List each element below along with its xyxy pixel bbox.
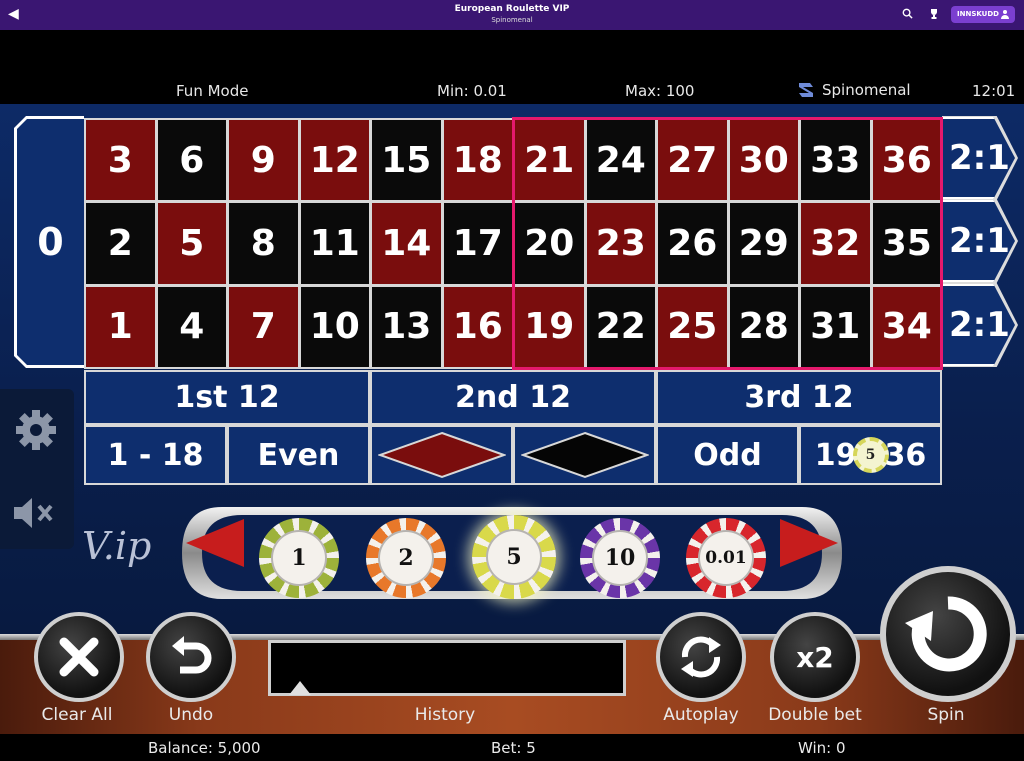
history-panel[interactable] <box>268 640 626 696</box>
number-cell-5[interactable]: 5 <box>155 201 228 286</box>
bet-red[interactable] <box>370 425 513 485</box>
login-button[interactable]: INNSKUDD <box>951 6 1015 23</box>
autoplay-button[interactable] <box>656 612 746 702</box>
trophy-icon[interactable] <box>928 8 940 20</box>
number-cell-8[interactable]: 8 <box>227 201 300 286</box>
number-cell-13[interactable]: 13 <box>370 284 443 369</box>
spin-icon <box>905 596 987 672</box>
black-diamond-icon <box>520 431 649 479</box>
undo-icon <box>172 636 212 674</box>
win-display: Win: 0 <box>798 739 846 757</box>
chip-value: 1 <box>271 530 327 586</box>
clear-all-button[interactable] <box>34 612 124 702</box>
bet-1-18[interactable]: 1 - 18 <box>84 425 227 485</box>
max-bet-label: Max: 100 <box>625 82 695 100</box>
spin-label: Spin <box>927 705 965 725</box>
game-provider: Spinomenal <box>491 16 533 24</box>
bet-highlight-region <box>512 117 943 370</box>
chip-value: 2 <box>378 530 434 586</box>
login-label: INNSKUDD <box>957 10 999 18</box>
close-icon <box>59 637 99 677</box>
login-icon <box>1001 10 1009 19</box>
undo-label: Undo <box>168 705 214 725</box>
dozen-2nd[interactable]: 2nd 12 <box>370 370 656 425</box>
number-cell-3[interactable]: 3 <box>84 118 157 203</box>
double-bet-label: Double bet <box>768 705 862 725</box>
number-cell-4[interactable]: 4 <box>155 284 228 369</box>
number-cell-14[interactable]: 14 <box>370 201 443 286</box>
chip-value: 0.01 <box>698 530 754 586</box>
red-diamond-icon <box>377 431 506 479</box>
bet-display: Bet: 5 <box>491 739 536 757</box>
chip-value: 5 <box>486 529 542 585</box>
number-cell-17[interactable]: 17 <box>441 201 514 286</box>
number-cell-9[interactable]: 9 <box>227 118 300 203</box>
number-cell-11[interactable]: 11 <box>298 201 371 286</box>
mode-label: Fun Mode <box>176 82 249 100</box>
chip-2[interactable]: 2 <box>366 518 446 598</box>
number-cell-7[interactable]: 7 <box>227 284 300 369</box>
history-label: History <box>414 705 476 725</box>
tray-left-arrow[interactable] <box>186 520 244 568</box>
number-cell-12[interactable]: 12 <box>298 118 371 203</box>
number-cell-6[interactable]: 6 <box>155 118 228 203</box>
chip-0.01[interactable]: 0.01 <box>686 518 766 598</box>
top-bar: ◀ European Roulette VIP Spinomenal INNSK… <box>0 0 1024 30</box>
spinomenal-logo-icon <box>799 83 813 97</box>
brand-logo: Spinomenal <box>796 80 911 100</box>
number-cell-15[interactable]: 15 <box>370 118 443 203</box>
bet-even[interactable]: Even <box>227 425 370 485</box>
chip-1[interactable]: 1 <box>259 518 339 598</box>
number-cell-2[interactable]: 2 <box>84 201 157 286</box>
gear-icon[interactable] <box>13 407 59 453</box>
tray-right-arrow[interactable] <box>780 520 838 568</box>
dozen-3rd[interactable]: 3rd 12 <box>656 370 942 425</box>
sound-off-icon[interactable] <box>12 495 58 531</box>
double-bet-button[interactable]: x2 <box>770 612 860 702</box>
undo-button[interactable] <box>146 612 236 702</box>
clock: 12:01 <box>972 82 1016 100</box>
chip-5[interactable]: 5 <box>472 515 556 599</box>
chip-value: 10 <box>592 530 648 586</box>
bet-19-36-left: 19 <box>814 437 857 473</box>
number-cell-10[interactable]: 10 <box>298 284 371 369</box>
footer-bar: Balance: 5,000 Bet: 5 Win: 0 <box>0 734 1024 761</box>
zero-pocket[interactable]: 0 <box>17 119 84 365</box>
bet-black[interactable] <box>513 425 656 485</box>
side-toolbar <box>0 389 74 549</box>
game-title: European Roulette VIP <box>454 4 570 14</box>
balance-display: Balance: 5,000 <box>148 739 261 757</box>
clear-all-label: Clear All <box>41 705 113 725</box>
number-cell-18[interactable]: 18 <box>441 118 514 203</box>
chip-10[interactable]: 10 <box>580 518 660 598</box>
dozen-1st[interactable]: 1st 12 <box>84 370 370 425</box>
brand-name: Spinomenal <box>822 81 911 99</box>
spin-button[interactable] <box>880 566 1016 702</box>
number-cell-16[interactable]: 16 <box>441 284 514 369</box>
window-titles: European Roulette VIP Spinomenal <box>0 4 1024 25</box>
bet-19-36-right: 36 <box>884 437 927 473</box>
autoplay-icon <box>681 636 721 678</box>
bet-odd[interactable]: Odd <box>656 425 799 485</box>
double-icon: x2 <box>796 640 834 674</box>
bet-19-36[interactable]: 19 5 36 <box>799 425 942 485</box>
history-pointer-icon <box>289 681 311 695</box>
search-icon[interactable] <box>902 8 913 19</box>
autoplay-label: Autoplay <box>663 705 739 725</box>
number-cell-1[interactable]: 1 <box>84 284 157 369</box>
vip-logo: V.ip <box>82 524 152 568</box>
min-bet-label: Min: 0.01 <box>437 82 507 100</box>
placed-chip: 5 <box>852 437 889 473</box>
